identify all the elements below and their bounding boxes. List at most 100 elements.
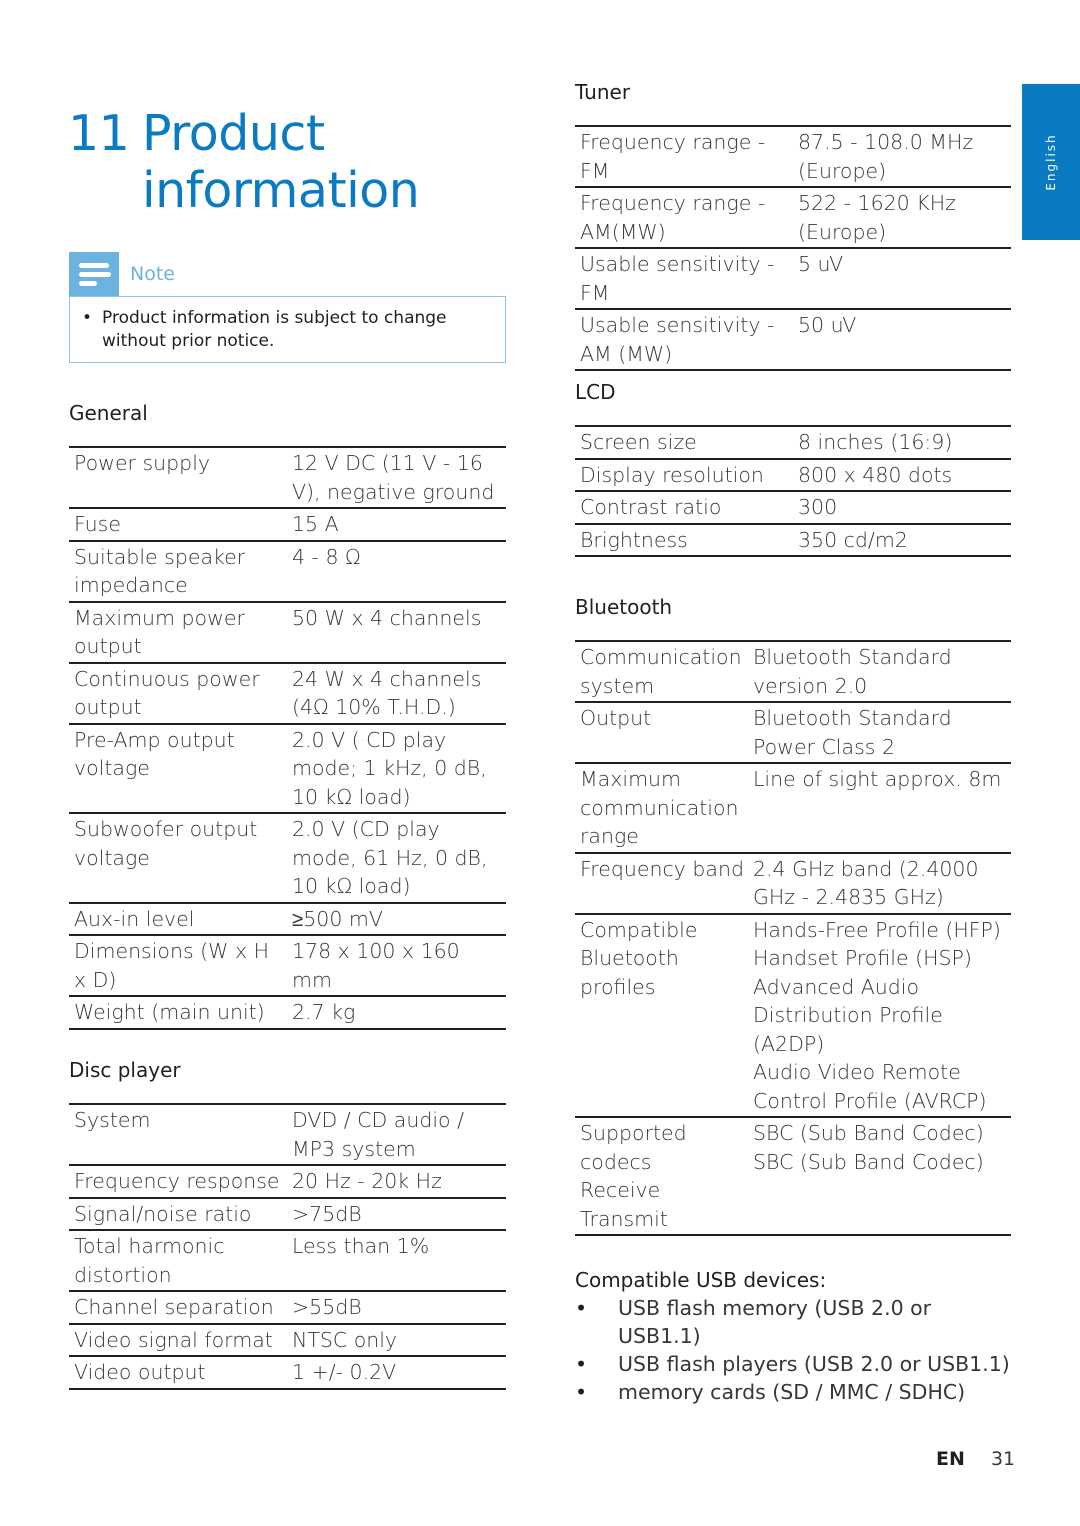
- spec-label: Subwoofer output voltage: [74, 817, 258, 870]
- spec-value: 15 A: [292, 512, 339, 536]
- spec-row: Usable sensitivity - AM (MW) 50 uV: [575, 309, 1011, 370]
- spec-row: Maximum communication range Line of sight…: [575, 763, 1011, 853]
- spec-value: Less than 1%: [292, 1234, 430, 1258]
- section-heading-tuner: Tuner: [575, 80, 631, 104]
- spec-row: Output Bluetooth Standard Power Class 2: [575, 702, 1011, 763]
- chapter-number: 11: [68, 104, 130, 162]
- section-heading-lcd: LCD: [575, 380, 616, 404]
- spec-row: Subwoofer output voltage 2.0 V (CD play m…: [69, 813, 506, 903]
- spec-table-lcd: Screen size 8 inches (16:9) Display resolu…: [575, 425, 1011, 557]
- spec-row: Suitable speaker impedance 4 - 8 Ω: [69, 540, 506, 602]
- title-line-1: Product: [142, 104, 325, 162]
- spec-value: 300: [798, 495, 838, 519]
- spec-label: Fuse: [74, 512, 121, 536]
- usb-devices-section: Compatible USB devices: USB flash memory…: [575, 1266, 1015, 1406]
- spec-label: Dimensions (W x H x D): [74, 939, 270, 992]
- section-heading-disc-player: Disc player: [69, 1058, 181, 1082]
- note-lines-icon: [69, 252, 119, 296]
- spec-value: 522 - 1620 KHz (Europe): [798, 191, 956, 244]
- spec-table-bluetooth: Communication system Bluetooth Standard v…: [575, 640, 1011, 1236]
- spec-label: Frequency range - FM: [580, 130, 766, 183]
- spec-label: Frequency response: [74, 1169, 280, 1193]
- spec-value: SBC (Sub Band Codec) SBC (Sub Band Codec…: [753, 1121, 984, 1174]
- spec-row: Supported codecs Receive Transmit SBC (Su…: [575, 1117, 1011, 1235]
- page-footer: EN 31: [936, 1448, 1015, 1470]
- usb-heading: Compatible USB devices:: [575, 1268, 827, 1292]
- note-item: Product information is subject to change…: [82, 307, 493, 353]
- usb-item: USB flash memory (USB 2.0 or USB1.1): [575, 1294, 1015, 1350]
- spec-row: Frequency response 20 Hz - 20k Hz: [69, 1165, 506, 1198]
- spec-row: Usable sensitivity - FM 5 uV: [575, 248, 1011, 309]
- spec-row: Channel separation >55dB: [69, 1291, 506, 1324]
- usb-list: USB flash memory (USB 2.0 or USB1.1) USB…: [575, 1294, 1015, 1406]
- spec-table-disc-player: System DVD / CD audio / MP3 system Frequen…: [69, 1103, 506, 1390]
- spec-row: Total harmonic distortion Less than 1%: [69, 1230, 506, 1291]
- spec-label: System: [74, 1108, 151, 1132]
- spec-label: Signal/noise ratio: [74, 1201, 252, 1226]
- spec-value: 800 x 480 dots: [798, 462, 953, 487]
- spec-value: 24 W x 4 channels (4Ω 10% T.H.D.): [292, 666, 482, 720]
- spec-value: 12 V DC (11 V - 16 V), negative ground: [292, 451, 495, 504]
- spec-row: Fuse 15 A: [69, 508, 506, 541]
- usb-item: USB flash players (USB 2.0 or USB1.1): [575, 1350, 1015, 1378]
- spec-row: Continuous power output 24 W x 4 channels…: [69, 662, 506, 724]
- spec-label: Frequency band: [580, 856, 744, 881]
- footer-language: EN: [936, 1448, 965, 1470]
- spec-label: Channel separation: [74, 1295, 274, 1319]
- spec-row: Contrast ratio 300: [575, 491, 1011, 524]
- spec-label: Power supply: [74, 451, 211, 475]
- spec-value: NTSC only: [292, 1327, 398, 1352]
- section-heading-general: General: [69, 401, 148, 425]
- spec-label: Continuous power output: [74, 666, 260, 720]
- spec-label: Communication system: [580, 645, 742, 698]
- spec-label: Weight (main unit): [74, 1000, 265, 1024]
- spec-value: 2.0 V ( CD play mode; 1 kHz, 0 dB, 10 kΩ…: [292, 727, 487, 809]
- spec-row: System DVD / CD audio / MP3 system: [69, 1104, 506, 1165]
- spec-label: Supported codecs Receive Transmit: [580, 1121, 687, 1231]
- spec-row: Signal/noise ratio >75dB: [69, 1197, 506, 1231]
- spec-value: 8 inches (16:9): [798, 430, 953, 454]
- spec-row: Frequency band 2.4 GHz band (2.4000 GHz -…: [575, 852, 1011, 914]
- spec-table-general: Power supply 12 V DC (11 V - 16 V), negat…: [69, 446, 506, 1030]
- usb-item: memory cards (SD / MMC / SDHC): [575, 1378, 1015, 1406]
- spec-label: Usable sensitivity - FM: [580, 252, 775, 305]
- spec-value: 50 W x 4 channels: [292, 605, 482, 630]
- spec-row: Pre-Amp output voltage 2.0 V ( CD play mo…: [69, 723, 506, 814]
- spec-label: Pre-Amp output voltage: [74, 727, 235, 781]
- spec-label: Maximum communication range: [580, 767, 739, 848]
- spec-value: 20 Hz - 20k Hz: [292, 1169, 442, 1193]
- spec-value: 2.4 GHz band (2.4000 GHz - 2.4835 GHz): [753, 856, 979, 910]
- spec-value: 87.5 - 108.0 MHz (Europe): [798, 130, 974, 183]
- spec-row: Frequency range - AM(MW) 522 - 1620 KHz (…: [575, 187, 1011, 248]
- spec-label: Contrast ratio: [580, 495, 722, 519]
- spec-label: Suitable speaker impedance: [74, 544, 246, 598]
- spec-label: Video signal format: [74, 1327, 273, 1352]
- spec-row: Brightness 350 cd/m2: [575, 523, 1011, 556]
- spec-label: Output: [580, 706, 652, 730]
- spec-label: Video output: [74, 1360, 206, 1384]
- spec-value: Bluetooth Standard version 2.0: [753, 645, 952, 698]
- spec-label: Usable sensitivity - AM (MW): [580, 313, 775, 366]
- spec-label: Frequency range - AM(MW): [580, 191, 766, 244]
- note-box: Note Product information is subject to c…: [69, 252, 506, 363]
- spec-value: 178 x 100 x 160 mm: [292, 939, 460, 992]
- spec-value: ≥500 mV: [292, 906, 383, 931]
- spec-value: Bluetooth Standard Power Class 2: [753, 706, 952, 759]
- spec-value: >55dB: [292, 1295, 362, 1319]
- spec-value: DVD / CD audio / MP3 system: [292, 1108, 465, 1161]
- spec-row: Communication system Bluetooth Standard v…: [575, 641, 1011, 702]
- spec-label: Compatible Bluetooth profiles: [580, 917, 698, 999]
- spec-value: Hands-Free Profile (HFP) Handset Profile…: [753, 917, 1001, 1113]
- spec-value: >75dB: [292, 1201, 362, 1226]
- title-line-2: information: [142, 161, 420, 219]
- spec-value: Line of sight approx. 8m: [753, 767, 1002, 791]
- spec-label: Aux-in level: [74, 906, 195, 931]
- section-heading-bluetooth: Bluetooth: [575, 595, 673, 619]
- spec-value: 2.0 V (CD play mode, 61 Hz, 0 dB, 10 kΩ …: [292, 817, 488, 898]
- spec-row: Screen size 8 inches (16:9): [575, 426, 1011, 459]
- spec-label: Maximum power output: [74, 605, 245, 659]
- language-tab-label: English: [1044, 133, 1058, 191]
- spec-value: 50 uV: [798, 313, 857, 337]
- spec-row: Display resolution 800 x 480 dots: [575, 458, 1011, 492]
- spec-row: Power supply 12 V DC (11 V - 16 V), negat…: [69, 447, 506, 508]
